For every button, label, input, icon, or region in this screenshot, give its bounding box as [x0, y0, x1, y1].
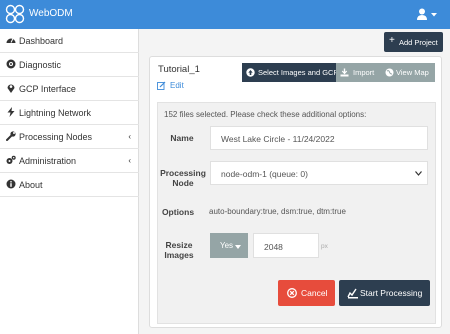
app-title[interactable]: WebODM: [29, 8, 73, 19]
cancel-button[interactable]: Cancel: [278, 280, 335, 306]
gears-icon: [6, 155, 16, 164]
chevron-left-icon: ‹: [128, 132, 131, 141]
dashboard-icon: [6, 38, 16, 43]
user-menu-icon[interactable]: [416, 8, 438, 20]
bolt-icon: [7, 107, 15, 117]
caret-down-icon: [235, 245, 241, 249]
import-icon: [340, 68, 349, 77]
diagnostic-icon: [6, 59, 16, 69]
resize-unit-label: px: [321, 243, 328, 250]
sidebar-item-gcp-interface[interactable]: GCP Interface: [0, 77, 139, 101]
processing-node-select[interactable]: node-odm-1 (queue: 0): [210, 161, 428, 185]
options-value[interactable]: auto-boundary:true, dsm:true, dtm:true: [209, 207, 346, 216]
sidebar-item-diagnostic[interactable]: Diagnostic: [0, 53, 139, 77]
sidebar-item-administration[interactable]: Administration ‹: [0, 149, 139, 173]
resize-toggle-dropdown[interactable]: Yes: [210, 233, 248, 258]
chevron-down-icon: [415, 171, 422, 176]
sidebar-item-label: Lightning Network: [19, 108, 92, 118]
task-name-input[interactable]: West Lake Circle - 11/24/2022: [210, 126, 428, 150]
cancel-circle-icon: [287, 288, 297, 298]
sidebar-item-label: GCP Interface: [19, 84, 76, 94]
webodm-logo-icon: [5, 4, 25, 24]
sidebar-item-about[interactable]: About: [0, 173, 139, 197]
sidebar-item-dashboard[interactable]: Dashboard: [0, 29, 139, 53]
edit-icon: [157, 81, 166, 90]
processing-node-label: Processing Node: [160, 168, 206, 188]
sidebar-item-label: Processing Nodes: [19, 132, 93, 142]
chevron-left-icon: ‹: [128, 156, 131, 165]
add-project-button[interactable]: + Add Project: [384, 32, 443, 52]
resize-images-label: Resize Images: [164, 240, 194, 260]
sidebar-item-label: Administration: [19, 156, 77, 166]
files-selected-note: 152 files selected. Please check these a…: [164, 110, 367, 119]
sidebar-item-label: Dashboard: [19, 36, 64, 46]
import-button[interactable]: Import: [336, 63, 381, 82]
map-marker-icon: [7, 84, 15, 93]
processing-icon: [347, 288, 358, 299]
sidebar-item-processing-nodes[interactable]: Processing Nodes ‹: [0, 125, 139, 149]
resize-size-input[interactable]: 2048: [253, 233, 319, 258]
plus-icon: +: [389, 35, 395, 46]
project-title: Tutorial_1: [158, 64, 200, 75]
sidebar-item-label: Diagnostic: [19, 60, 62, 70]
name-label: Name: [170, 133, 194, 143]
info-icon: [6, 179, 16, 189]
sidebar-item-lightning-network[interactable]: Lightning Network: [0, 101, 139, 125]
select-images-button[interactable]: Select Images and GCP: [242, 63, 338, 82]
globe-icon: [385, 68, 394, 77]
top-navbar: WebODM: [0, 0, 450, 29]
options-label: Options: [161, 207, 195, 217]
wrench-icon: [6, 131, 16, 141]
sidebar: Dashboard Diagnostic GCP Interface Light…: [0, 29, 139, 334]
start-processing-button[interactable]: Start Processing: [339, 280, 430, 306]
view-map-button[interactable]: View Map: [381, 63, 435, 82]
sidebar-item-label: About: [19, 180, 43, 190]
upload-circle-icon: [246, 68, 255, 77]
